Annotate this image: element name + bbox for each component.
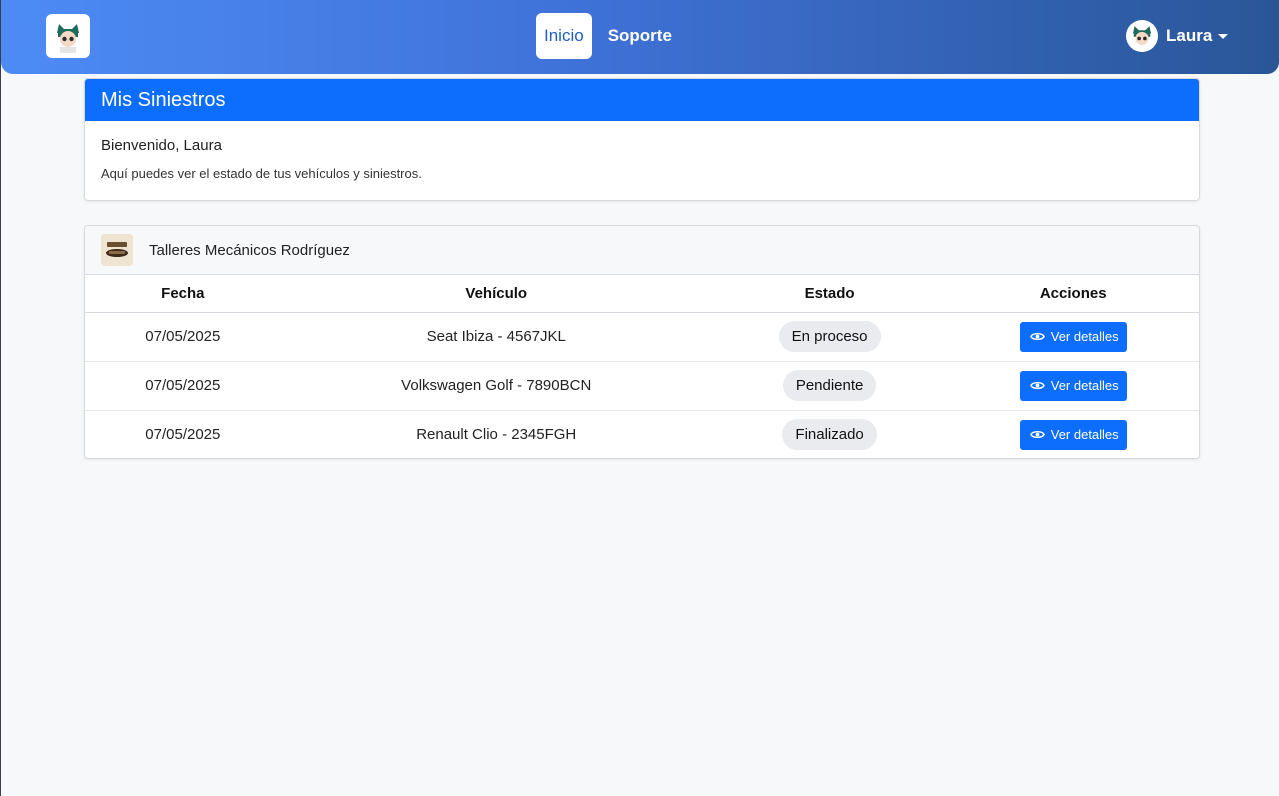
eye-icon — [1029, 381, 1045, 390]
column-header-vehiculo: Vehículo — [280, 275, 712, 313]
cell-status: Finalizado — [712, 410, 948, 459]
status-badge: Finalizado — [782, 419, 877, 451]
claims-table: Fecha Vehículo Estado Acciones 07/05/202… — [85, 275, 1199, 459]
workshop-name: Talleres Mecánicos Rodríguez — [149, 241, 350, 259]
column-header-acciones: Acciones — [947, 275, 1199, 313]
column-header-estado: Estado — [711, 275, 948, 313]
column-header-fecha: Fecha — [85, 275, 281, 313]
page-title: Mis Siniestros — [85, 79, 1199, 121]
view-details-label: Ver detalles — [1050, 378, 1119, 393]
view-details-button[interactable]: Ver detalles — [1019, 370, 1127, 401]
workshop-header: Talleres Mecánicos Rodríguez — [85, 226, 1199, 275]
view-details-button[interactable]: Ver detalles — [1019, 321, 1127, 352]
cell-actions: Ver detalles — [947, 312, 1199, 362]
table-row: 07/05/2025 Renault Clio - 2345FGH Finali… — [85, 410, 1199, 459]
user-avatar-icon — [1132, 26, 1152, 46]
user-name: Laura — [1166, 26, 1213, 45]
cell-date: 07/05/2025 — [145, 426, 221, 444]
nav-link-inicio[interactable]: Inicio — [536, 13, 592, 59]
nav-link-soporte[interactable]: Soporte — [600, 13, 680, 59]
view-details-label: Ver detalles — [1050, 427, 1119, 443]
cell-status: Pendiente — [711, 361, 948, 411]
claims-table-card: Talleres Mecánicos Rodríguez Fecha Vehíc… — [84, 225, 1200, 459]
welcome-card: Mis Siniestros Bienvenido, Laura Aquí pu… — [84, 78, 1200, 201]
eye-icon — [1029, 431, 1045, 439]
welcome-greeting: Bienvenido, Laura — [101, 137, 222, 154]
cell-vehicle: Renault Clio - 2345FGH — [416, 426, 577, 444]
cell-vehicle: Seat Ibiza - 4567JKL — [280, 312, 712, 362]
cell-actions: Ver detalles — [947, 361, 1199, 411]
eye-icon — [1029, 332, 1045, 341]
view-details-button[interactable]: Ver detalles — [1019, 419, 1127, 450]
avatar — [1126, 20, 1158, 52]
welcome-subtitle: Aquí puedes ver el estado de tus vehícul… — [101, 166, 422, 181]
nav-links: Inicio Soporte — [536, 13, 680, 59]
cell-date: 07/05/2025 — [85, 361, 281, 411]
top-navbar: Inicio Soporte Laura — [1, 0, 1279, 74]
cell-vehicle: Volkswagen Golf - 7890BCN — [280, 361, 712, 411]
cell-status: En proceso — [711, 312, 948, 362]
chevron-down-icon — [1218, 33, 1229, 39]
avatar-logo-icon — [51, 19, 85, 53]
table-row: 07/05/2025 Volkswagen Golf - 7890BCN Pen… — [85, 361, 1199, 411]
table-header-row: Fecha Vehículo Estado Acciones — [85, 275, 1199, 313]
cell-actions: Ver detalles — [947, 410, 1199, 459]
cell-date: 07/05/2025 — [85, 312, 281, 362]
user-menu-dropdown[interactable]: Laura — [1126, 20, 1229, 52]
workshop-logo-icon — [101, 234, 133, 266]
status-badge: Pendiente — [782, 370, 877, 401]
table-row: 07/05/2025 Seat Ibiza - 4567JKL En proce… — [85, 312, 1199, 362]
view-details-label: Ver detalles — [1050, 329, 1119, 344]
brand-logo[interactable] — [46, 14, 90, 58]
status-badge: En proceso — [778, 321, 881, 352]
